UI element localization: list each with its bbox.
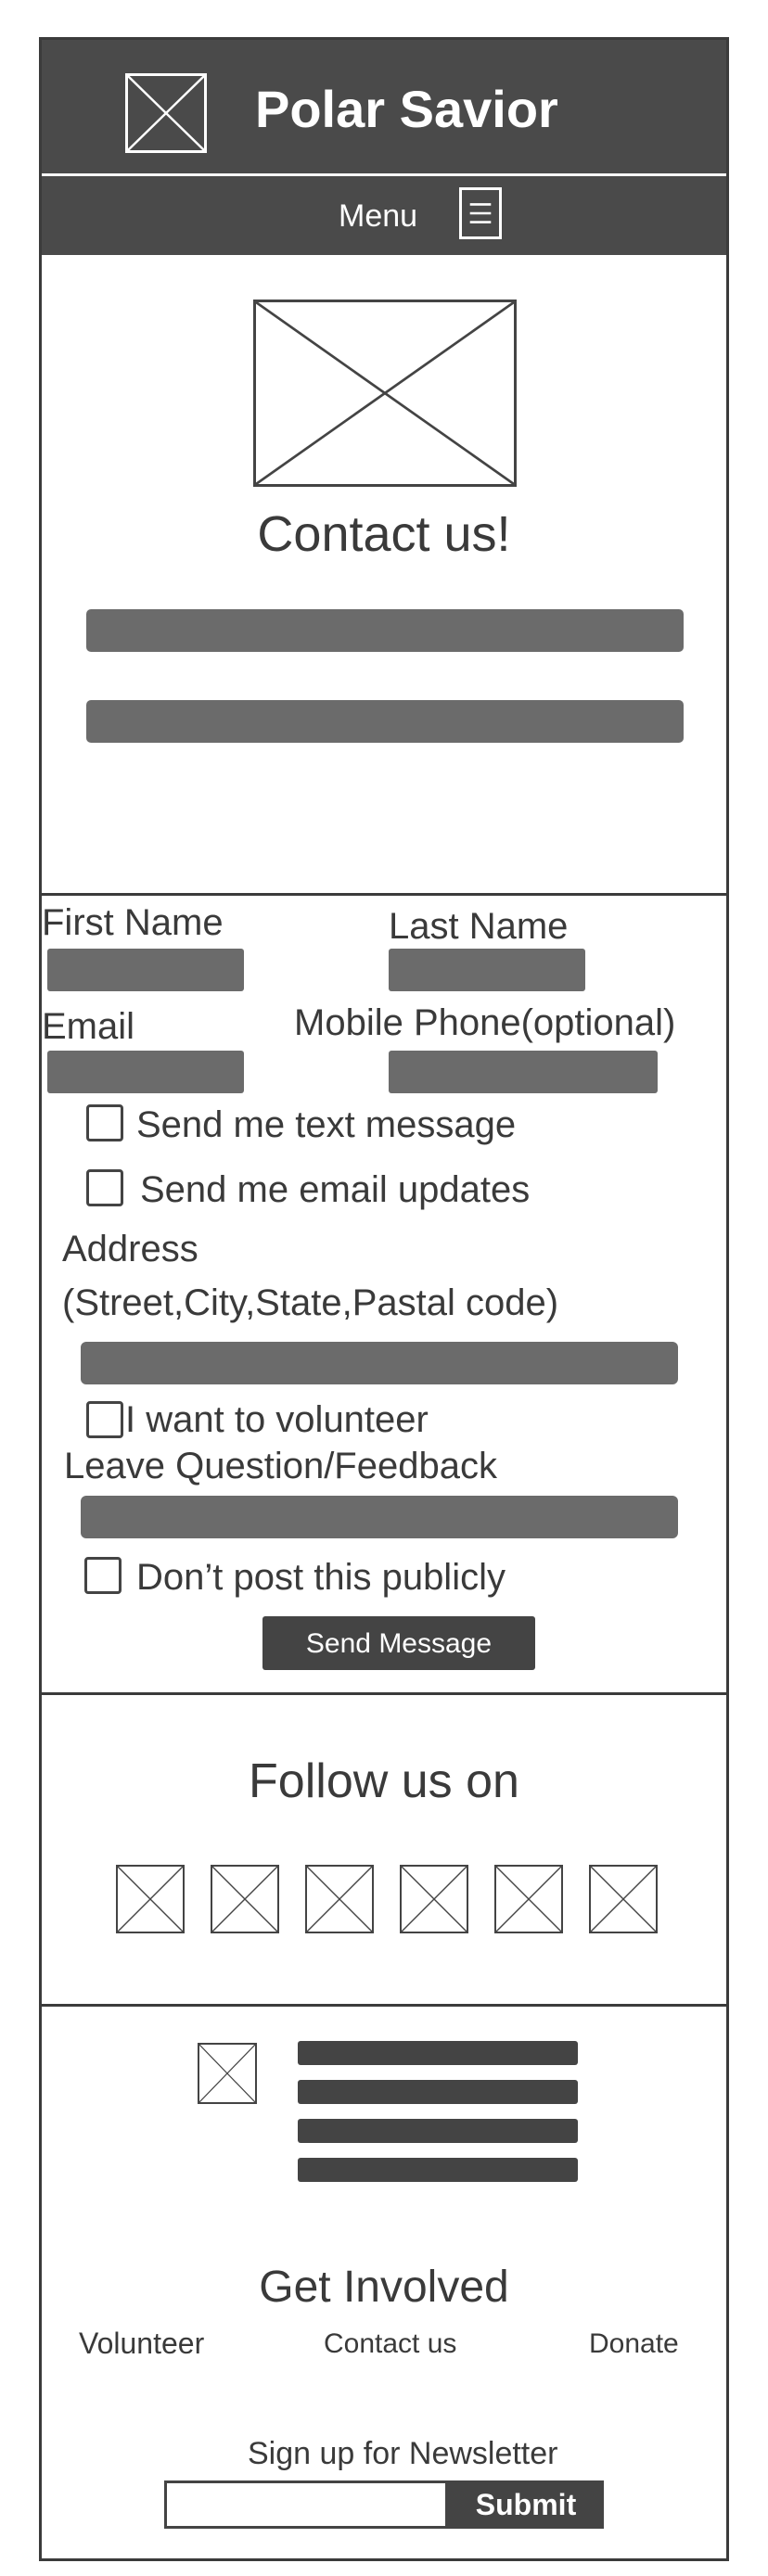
site-header: Polar Savior <box>42 40 726 173</box>
address-hint: (Street,City,State,Pastal code) <box>62 1282 559 1323</box>
nav-bar: Menu <box>42 176 726 255</box>
volunteer-label: I want to volunteer <box>125 1399 429 1440</box>
address-label: Address <box>62 1229 198 1269</box>
section-divider <box>42 1692 726 1695</box>
page-frame: Polar Savior Menu Contact us! First Name… <box>39 37 729 2561</box>
last-name-label: Last Name <box>389 906 569 947</box>
text-message-checkbox[interactable] <box>86 1104 123 1141</box>
menu-label: Menu <box>339 198 418 234</box>
footer-text-line <box>298 2119 578 2143</box>
hero-text-line <box>86 609 684 652</box>
footer-text-line <box>298 2158 578 2182</box>
footer-text-line <box>298 2080 578 2104</box>
newsletter-label: Sign up for Newsletter <box>248 2436 558 2471</box>
social-icon[interactable] <box>589 1865 658 1933</box>
feedback-label: Leave Question/Feedback <box>64 1446 497 1486</box>
footer-logo-icon[interactable] <box>198 2043 257 2104</box>
social-icon[interactable] <box>211 1865 279 1933</box>
send-message-button[interactable]: Send Message <box>262 1616 535 1670</box>
footer-link-volunteer[interactable]: Volunteer <box>79 2327 204 2361</box>
logo-icon[interactable] <box>125 73 207 153</box>
social-icon[interactable] <box>494 1865 563 1933</box>
dont-post-publicly-checkbox[interactable] <box>84 1557 122 1594</box>
footer-link-contact-us[interactable]: Contact us <box>324 2328 456 2360</box>
footer-link-donate[interactable]: Donate <box>589 2328 679 2360</box>
menu-button[interactable]: Menu <box>339 187 515 243</box>
text-message-label: Send me text message <box>136 1104 517 1145</box>
footer-text-line <box>298 2041 578 2065</box>
social-icon[interactable] <box>400 1865 468 1933</box>
hamburger-icon <box>459 187 502 239</box>
follow-us-title: Follow us on <box>249 1754 519 1808</box>
social-icon[interactable] <box>305 1865 374 1933</box>
send-message-label: Send Message <box>305 1628 493 1659</box>
contact-title: Contact us! <box>257 506 511 562</box>
get-involved-heading: Get Involved <box>259 2263 509 2312</box>
site-title[interactable]: Polar Savior <box>255 79 558 139</box>
email-input[interactable] <box>47 1051 244 1093</box>
first-name-label: First Name <box>42 902 224 943</box>
section-divider <box>42 893 726 896</box>
feedback-input[interactable] <box>81 1496 678 1538</box>
submit-label: Submit <box>475 2488 577 2521</box>
hero-text-line <box>86 700 684 743</box>
email-updates-checkbox[interactable] <box>86 1169 123 1206</box>
volunteer-checkbox[interactable] <box>86 1401 123 1438</box>
dont-post-publicly-label: Don’t post this publicly <box>136 1557 506 1598</box>
address-input[interactable] <box>81 1342 678 1384</box>
last-name-input[interactable] <box>389 949 585 991</box>
hero-image-placeholder <box>253 300 517 487</box>
newsletter-submit-button[interactable]: Submit <box>448 2480 604 2529</box>
social-icon[interactable] <box>116 1865 185 1933</box>
section-divider <box>42 2004 726 2007</box>
newsletter-email-input[interactable] <box>164 2480 448 2529</box>
email-label: Email <box>42 1006 135 1047</box>
email-updates-label: Send me email updates <box>140 1169 531 1210</box>
first-name-input[interactable] <box>47 949 244 991</box>
mobile-phone-input[interactable] <box>389 1051 658 1093</box>
mobile-phone-label: Mobile Phone(optional) <box>294 1002 676 1043</box>
